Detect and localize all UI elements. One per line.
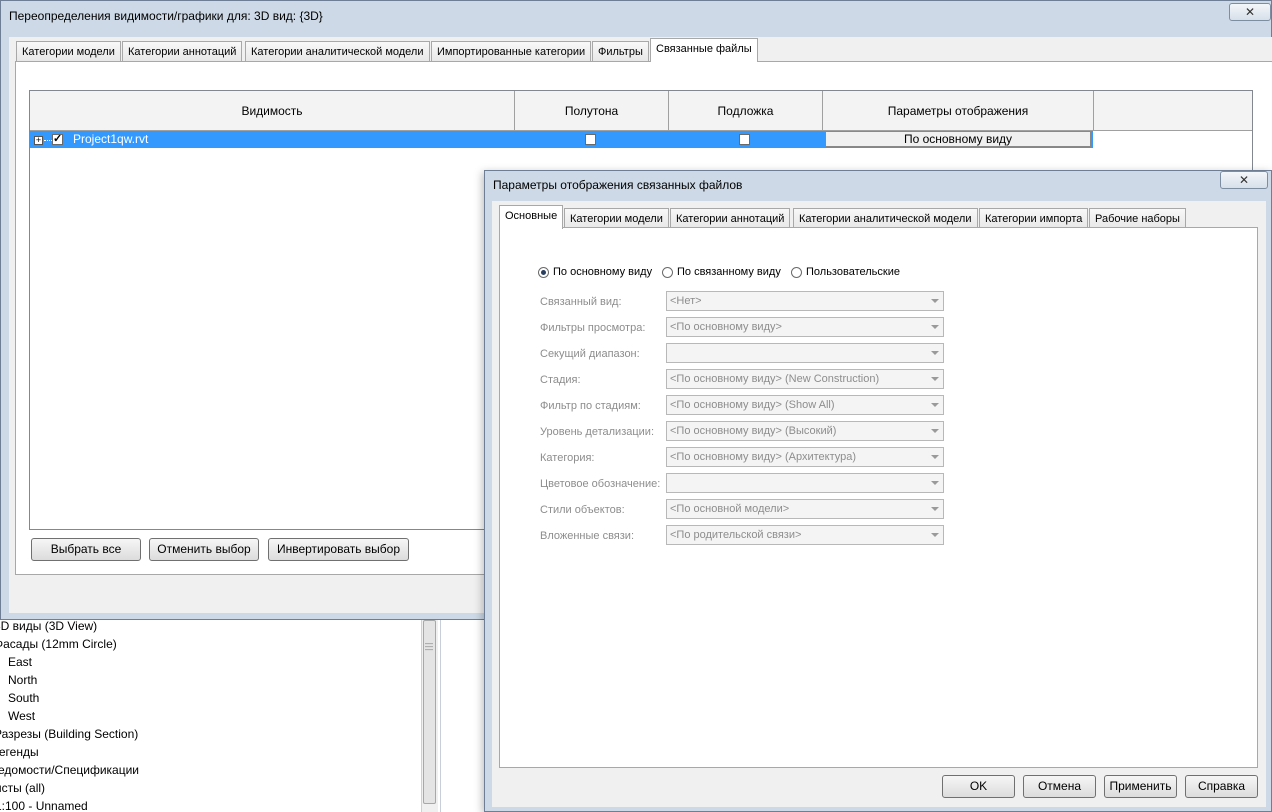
ok-button[interactable]: OK xyxy=(942,775,1015,798)
dropdown-arrow-icon xyxy=(931,429,939,433)
browser-item-north[interactable]: North xyxy=(8,673,37,687)
select-value: <По родительской связи> xyxy=(670,529,802,541)
tab-linked-files[interactable]: Связанные файлы xyxy=(650,38,758,62)
dropdown-arrow-icon xyxy=(931,403,939,407)
visibility-checkbox[interactable] xyxy=(52,132,63,145)
browser-item-schedules[interactable]: Ведомости/Спецификации xyxy=(0,763,139,777)
browser-item-west[interactable]: West xyxy=(8,709,35,723)
cancel-button[interactable]: Отмена xyxy=(1023,775,1096,798)
field-label: Стили объектов: xyxy=(540,504,625,516)
halftone-checkbox[interactable] xyxy=(585,134,596,145)
tab-model-categories[interactable]: Категории модели xyxy=(16,41,121,63)
select-value: <По основному виду> (New Construction) xyxy=(670,373,880,385)
linked-view-select[interactable]: <Нет> xyxy=(666,291,944,311)
dropdown-arrow-icon xyxy=(931,325,939,329)
dropdown-arrow-icon xyxy=(931,533,939,537)
tab-imported-categories[interactable]: Импортированные категории xyxy=(431,41,592,63)
close-icon[interactable]: ✕ xyxy=(1220,171,1268,189)
invert-selection-button[interactable]: Инвертировать выбор xyxy=(268,538,409,561)
select-value: <По основному виду> (Архитектура) xyxy=(670,451,857,463)
browser-item-sections[interactable]: Разрезы (Building Section) xyxy=(0,727,138,741)
browser-item-sheets[interactable]: Листы (all) xyxy=(0,781,45,795)
field-label: Связанный вид: xyxy=(540,296,622,308)
browser-item-legends[interactable]: Легенды xyxy=(0,745,39,759)
dropdown-arrow-icon xyxy=(931,455,939,459)
tree-connector xyxy=(44,140,52,141)
color-fill-select[interactable] xyxy=(666,473,944,493)
tab-analytical-categories[interactable]: Категории аналитической модели xyxy=(245,41,430,63)
field-label: Категория: xyxy=(540,452,595,464)
select-none-button[interactable]: Отменить выбор xyxy=(149,538,259,561)
field-label: Цветовое обозначение: xyxy=(540,478,661,490)
dialog-title: Параметры отображения связанных файлов xyxy=(493,178,743,192)
help-button[interactable]: Справка xyxy=(1185,775,1258,798)
select-value: <Нет> xyxy=(670,295,702,307)
view-filters-select[interactable]: <По основному виду> xyxy=(666,317,944,337)
column-empty xyxy=(1094,91,1252,131)
select-all-button[interactable]: Выбрать все xyxy=(31,538,141,561)
field-label: Вложенные связи: xyxy=(540,530,634,542)
object-styles-select[interactable]: <По основной модели> xyxy=(666,499,944,519)
column-underlay[interactable]: Подложка xyxy=(669,91,823,131)
browser-item-3d-views[interactable]: 3D виды (3D View) xyxy=(0,619,97,633)
display-settings-button[interactable]: По основному виду xyxy=(825,131,1091,147)
field-label: Стадия: xyxy=(540,374,581,386)
radio-custom-label[interactable]: Пользовательские xyxy=(806,266,900,278)
tab-filters[interactable]: Фильтры xyxy=(592,41,649,63)
nested-links-select[interactable]: <По родительской связи> xyxy=(666,525,944,545)
browser-item-east[interactable]: East xyxy=(8,655,32,669)
apply-button[interactable]: Применить xyxy=(1104,775,1177,798)
dropdown-arrow-icon xyxy=(931,351,939,355)
select-value: <По основной модели> xyxy=(670,503,790,515)
radio-linked-view[interactable] xyxy=(662,267,673,278)
browser-item-unnamed[interactable]: 1:100 - Unnamed xyxy=(0,799,88,812)
dropdown-arrow-icon xyxy=(931,507,939,511)
dropdown-arrow-icon xyxy=(931,299,939,303)
discipline-select[interactable]: <По основному виду> (Архитектура) xyxy=(666,447,944,467)
tab-annotation-categories[interactable]: Категории аннотаций xyxy=(122,41,243,63)
underlay-checkbox[interactable] xyxy=(739,134,750,145)
project-browser: 3D виды (3D View) Фасады (12mm Circle) E… xyxy=(0,618,440,812)
view-range-select[interactable] xyxy=(666,343,944,363)
close-icon[interactable]: ✕ xyxy=(1229,3,1271,21)
select-value: <По основному виду> (Высокий) xyxy=(670,425,837,437)
dropdown-arrow-icon xyxy=(931,481,939,485)
radio-host-view-label[interactable]: По основному виду xyxy=(553,266,652,278)
phase-filter-select[interactable]: <По основному виду> (Show All) xyxy=(666,395,944,415)
field-label: Фильтр по стадиям: xyxy=(540,400,641,412)
basics-panel: По основному виду По связанному виду Пол… xyxy=(499,227,1258,768)
detail-level-select[interactable]: <По основному виду> (Высокий) xyxy=(666,421,944,441)
column-visibility[interactable]: Видимость xyxy=(30,91,515,131)
radio-host-view[interactable] xyxy=(538,267,549,278)
field-label: Уровень детализации: xyxy=(540,426,655,438)
expand-icon[interactable]: + xyxy=(34,136,43,145)
phase-select[interactable]: <По основному виду> (New Construction) xyxy=(666,369,944,389)
scroll-grip-icon: — — — xyxy=(425,639,433,654)
field-label: Секущий диапазон: xyxy=(540,348,640,360)
linked-file-name: Project1qw.rvt xyxy=(73,132,149,146)
linked-display-settings-dialog: Параметры отображения связанных файлов ✕… xyxy=(484,170,1272,812)
view-canvas xyxy=(440,618,486,812)
browser-item-elevations[interactable]: Фасады (12mm Circle) xyxy=(0,637,117,651)
column-halftone[interactable]: Полутона xyxy=(515,91,669,131)
tab-basics[interactable]: Основные xyxy=(499,205,564,229)
browser-item-south[interactable]: South xyxy=(8,691,39,705)
radio-custom[interactable] xyxy=(791,267,802,278)
column-display-settings[interactable]: Параметры отображения xyxy=(823,91,1094,131)
select-value: <По основному виду> (Show All) xyxy=(670,399,835,411)
dialog-title: Переопределения видимости/графики для: 3… xyxy=(9,9,323,23)
radio-linked-view-label[interactable]: По связанному виду xyxy=(677,266,781,278)
dropdown-arrow-icon xyxy=(931,377,939,381)
select-value: <По основному виду> xyxy=(670,321,782,333)
field-label: Фильтры просмотра: xyxy=(540,322,646,334)
